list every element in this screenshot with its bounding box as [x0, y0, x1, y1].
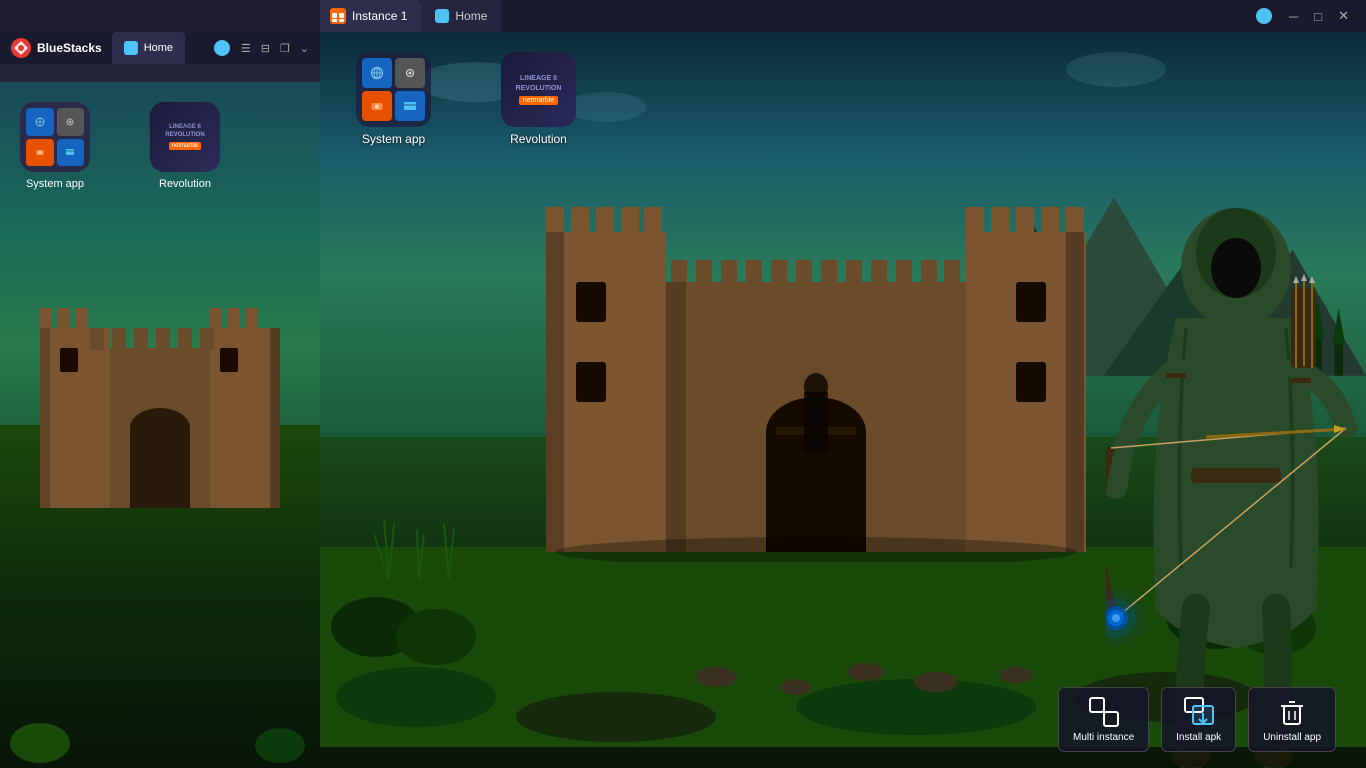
netmarble-badge-inst: netmarble: [519, 96, 558, 105]
brand-label: BlueStacks: [37, 41, 102, 55]
network-status-icon: [1256, 8, 1272, 24]
instance-game-content: System app LINEAGE IIREVOLUTION netmarbl…: [316, 32, 1366, 768]
minimize-icon[interactable]: ⊟: [256, 40, 275, 57]
left-window-controls: ☰ ⊟ ❐ ⌄: [214, 40, 320, 57]
home-tab-icon: [124, 41, 138, 55]
install-apk-label: Install apk: [1176, 732, 1221, 743]
left-panel: BlueStacks Home ☰ ⊟ ❐ ⌄ My Apps: [0, 0, 320, 768]
globe-mini-icon: [26, 108, 54, 136]
castle-main-svg: [526, 132, 1106, 562]
bluestacks-logo: BlueStacks: [0, 37, 112, 59]
instance-maximize-icon[interactable]: □: [1307, 7, 1329, 26]
castle-main: [526, 132, 1106, 562]
left-panel-tabs: BlueStacks Home ☰ ⊟ ❐ ⌄ My Apps: [0, 32, 320, 82]
apps-inst-icon: [395, 91, 425, 121]
cloud-3: [1066, 52, 1166, 87]
instance-title-bar: Instance 1 Home ─ □ ✕: [316, 0, 1366, 32]
system-app-label-inst: System app: [362, 132, 425, 146]
system-app-label-left: System app: [26, 178, 84, 190]
network-icon: [214, 40, 230, 56]
gear-inst-icon: [395, 58, 425, 88]
instance-home-tab[interactable]: Home: [421, 0, 501, 32]
instance-minimize-icon[interactable]: ─: [1282, 7, 1305, 26]
lineage-icon-inst: LINEAGE IIREVOLUTION netmarble: [501, 52, 576, 127]
chevron-down-icon[interactable]: ⌄: [295, 40, 314, 57]
bush-left-2: [255, 728, 305, 763]
resize-icon[interactable]: ❐: [275, 40, 295, 57]
system-app-icon-inst: [356, 52, 431, 127]
multi-instance-button[interactable]: Multi instance: [1058, 687, 1149, 752]
revolution-item-inst[interactable]: LINEAGE IIREVOLUTION netmarble Revolutio…: [501, 52, 576, 146]
castle-left: [0, 248, 320, 528]
archer-figure: [1106, 188, 1366, 768]
bluestacks-icon: [10, 37, 32, 59]
hamburger-icon[interactable]: ☰: [236, 40, 256, 57]
system-app-item-inst[interactable]: System app: [356, 52, 431, 146]
uninstall-app-label: Uninstall app: [1263, 732, 1321, 743]
instance-1-tab[interactable]: Instance 1: [316, 0, 421, 32]
castle-svg-left: [0, 248, 320, 528]
bush-left-1: [10, 723, 70, 763]
camera-inst-icon: [362, 91, 392, 121]
uninstall-app-button[interactable]: Uninstall app: [1248, 687, 1336, 752]
instance-tab-icon: [330, 8, 346, 24]
gear-mini-icon: [57, 108, 85, 136]
multi-instance-label: Multi instance: [1073, 732, 1134, 743]
plants-svg-left: [369, 499, 469, 579]
camera-mini-icon: [26, 139, 54, 167]
revolution-label-left: Revolution: [159, 178, 211, 190]
archer-svg: [1106, 188, 1366, 768]
netmarble-badge-left: netmarble: [169, 142, 202, 150]
instance-tab-label: Instance 1: [352, 9, 407, 23]
instance-home-icon: [435, 9, 449, 23]
foreground-plants-left: [369, 499, 469, 584]
left-home-tab[interactable]: Home: [112, 32, 185, 64]
revolution-item-left[interactable]: LINEAGE IIREVOLUTION netmarble Revolutio…: [150, 102, 220, 190]
install-apk-icon: [1183, 696, 1215, 728]
left-home-tab-label: Home: [144, 42, 173, 54]
lineage-text-inst: LINEAGE IIREVOLUTION: [516, 74, 562, 92]
cloud-2: [566, 92, 646, 122]
lineage-title-left: LINEAGE IIREVOLUTION: [165, 124, 204, 140]
install-apk-button[interactable]: Install apk: [1161, 687, 1236, 752]
lineage-icon-left: LINEAGE IIREVOLUTION netmarble: [150, 102, 220, 172]
instance-home-label: Home: [455, 9, 487, 23]
instance-close-icon[interactable]: ✕: [1331, 6, 1356, 26]
app-grid-left: System app LINEAGE IIREVOLUTION netmarbl…: [20, 102, 220, 190]
left-panel-content: System app LINEAGE IIREVOLUTION netmarbl…: [0, 82, 320, 768]
multi-instance-icon: [1088, 696, 1120, 728]
instance-controls: ─ □ ✕: [1256, 6, 1366, 26]
revolution-label-inst: Revolution: [510, 132, 567, 146]
system-app-icon-left: [20, 102, 90, 172]
system-app-item-left[interactable]: System app: [20, 102, 90, 190]
app-grid-instance: System app LINEAGE IIREVOLUTION netmarbl…: [356, 52, 576, 146]
bottom-action-bar: Multi instance Install apk: [1058, 687, 1336, 752]
apps-mini-icon: [57, 139, 85, 167]
bluestacks-window: BlueStacks Home ☰ ⊟ ❐ ⌄ My Apps: [0, 0, 1366, 768]
globe-inst-icon: [362, 58, 392, 88]
instance-window: Instance 1 Home ─ □ ✕: [316, 0, 1366, 768]
uninstall-app-icon: [1276, 696, 1308, 728]
